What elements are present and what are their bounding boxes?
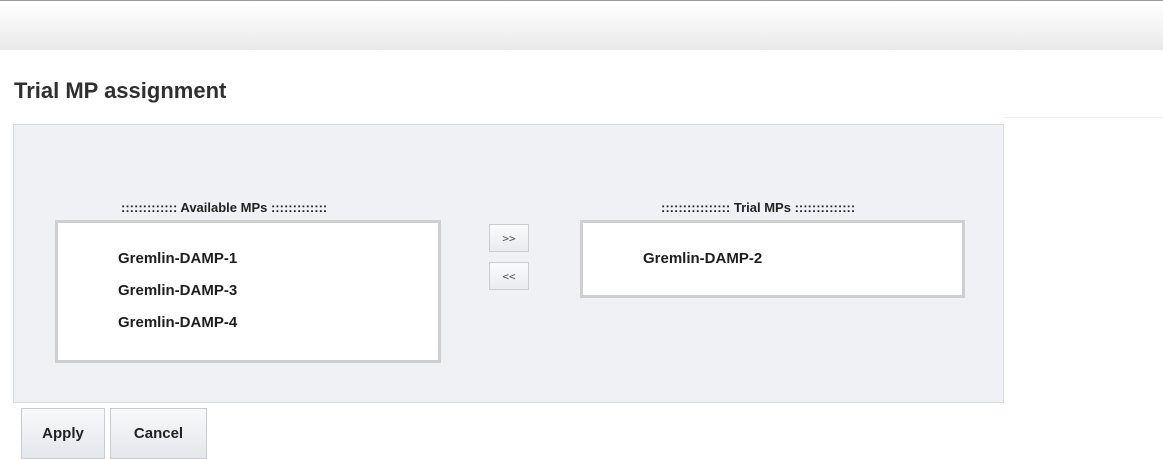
list-item[interactable]: Gremlin-DAMP-2: [643, 250, 762, 267]
trial-mps-label: :::::::::::::::: Trial MPs :::::::::::::…: [661, 200, 856, 215]
title-divider: [1003, 117, 1163, 118]
page-title: Trial MP assignment: [14, 78, 227, 103]
list-item[interactable]: Gremlin-DAMP-4: [118, 314, 237, 331]
move-left-button[interactable]: <<: [489, 262, 529, 290]
list-item[interactable]: Gremlin-DAMP-3: [118, 282, 237, 299]
header-bar: [0, 0, 1163, 50]
apply-button[interactable]: Apply: [21, 408, 105, 459]
trial-mps-list[interactable]: Gremlin-DAMP-2: [580, 220, 965, 298]
cancel-button[interactable]: Cancel: [110, 408, 207, 459]
available-mps-label: ::::::::::::: Available MPs ::::::::::::…: [121, 200, 328, 215]
available-mps-list[interactable]: Gremlin-DAMP-1 Gremlin-DAMP-3 Gremlin-DA…: [55, 220, 441, 363]
assignment-panel: ::::::::::::: Available MPs ::::::::::::…: [13, 124, 1004, 403]
move-right-button[interactable]: >>: [489, 224, 529, 252]
list-item[interactable]: Gremlin-DAMP-1: [118, 250, 237, 267]
